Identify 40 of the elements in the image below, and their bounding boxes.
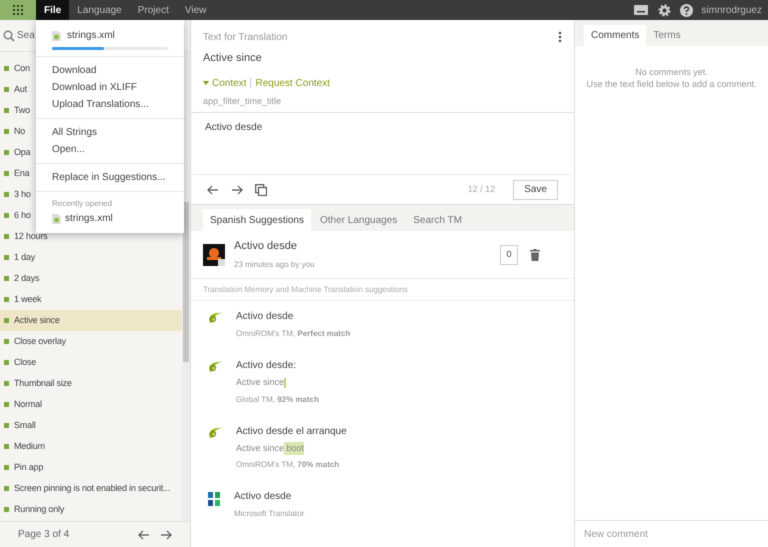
string-key: app_filter_time_title	[203, 94, 282, 108]
suggestion-meta: 23 minutes ago by you	[234, 258, 314, 271]
item-label: Con	[14, 62, 30, 75]
item-label: Running only	[14, 502, 64, 516]
item-label: Normal	[14, 398, 42, 411]
item-label: 2 days	[14, 272, 40, 285]
item-label: Aut	[14, 82, 27, 96]
item-label: Screen pinning is not enabled in securit...	[14, 482, 170, 495]
item-label: Pin app	[14, 460, 44, 474]
panel-title: Text for Translation	[203, 30, 288, 44]
empty-message: Use the text field below to add a comment.	[586, 78, 757, 90]
source-match: Active since	[236, 376, 286, 390]
file-name: strings.xml	[67, 29, 115, 43]
item-label: Two	[14, 104, 30, 117]
item-label: 1 week	[14, 292, 42, 306]
suggestion-meta: OmniROM's TM, Perfect match	[236, 328, 350, 340]
pager-text: Page 3 of 4	[18, 528, 70, 542]
suggestion-text: Activo desde	[234, 239, 297, 254]
item-label: Thumbnail size	[14, 376, 72, 390]
item-label: Small	[14, 418, 36, 432]
progress-counter: 12 / 12	[468, 182, 496, 196]
empty-message: No comments yet.	[635, 66, 708, 78]
item-label: Medium	[14, 440, 45, 453]
item-label: 3 ho	[14, 188, 31, 201]
source-text: Active since	[203, 51, 262, 66]
suggestion-meta: Microsoft Translator	[234, 508, 304, 520]
suggestion-meta: OmniROM's TM, 70% match	[236, 459, 340, 471]
recent-heading: Recently opened	[51, 198, 114, 210]
section-heading: Translation Memory and Machine Translation suggestions	[191, 279, 574, 301]
item-label: No	[14, 124, 26, 138]
item-label: Close	[14, 356, 36, 369]
item-label: 1 day	[14, 250, 36, 264]
item-label: Opa	[14, 146, 30, 159]
suggestion-meta: Global TM, 92% match	[236, 394, 319, 406]
item-label: Ena	[14, 166, 30, 180]
source-match: Active since boot	[236, 442, 304, 455]
item-label: 6 ho	[14, 208, 31, 222]
item-label: Active since	[14, 314, 60, 327]
item-label: Close overlay	[14, 334, 66, 348]
item-label: 12 hours	[14, 230, 48, 243]
